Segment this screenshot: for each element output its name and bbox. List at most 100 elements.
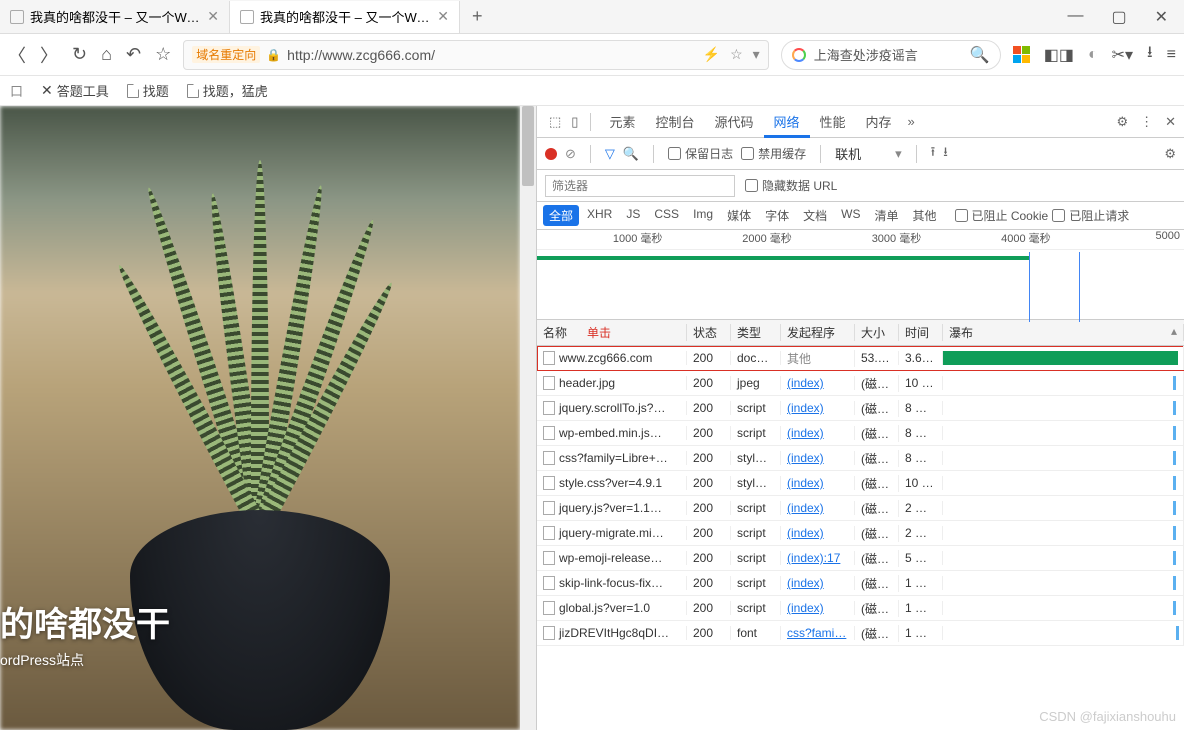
star-icon[interactable]: ☆ [730, 46, 743, 63]
network-settings-icon[interactable]: ⚙ [1164, 146, 1176, 161]
browser-toolbar: 〈 〉 ↻ ⌂ ↶ ☆ 域名重定向 🔒 http://www.zcg666.co… [0, 34, 1184, 76]
throttling-select[interactable]: 联机▾ [835, 144, 902, 163]
network-request-row[interactable]: style.css?ver=4.9.1200styl…(index)(磁…10 … [537, 471, 1184, 496]
vertical-scrollbar[interactable] [520, 106, 536, 730]
inspect-icon[interactable]: ⬚ [545, 114, 565, 130]
network-request-row[interactable]: css?family=Libre+…200styl…(index)(磁…8 … [537, 446, 1184, 471]
close-tab-icon[interactable]: ✕ [207, 8, 219, 25]
search-network-icon[interactable]: 🔍 [623, 146, 639, 162]
menu-icon[interactable]: ≡ [1167, 46, 1176, 64]
record-button[interactable] [545, 148, 557, 160]
redirect-badge: 域名重定向 [192, 46, 260, 63]
type-filter-button[interactable]: CSS [648, 205, 685, 226]
disable-cache-checkbox[interactable]: 禁用缓存 [741, 145, 806, 162]
type-filter-button[interactable]: 字体 [759, 205, 795, 226]
network-request-row[interactable]: global.js?ver=1.0200script(index)(磁…1 … [537, 596, 1184, 621]
content-area: 的啥都没干 ordPress站点 ⬚ ▯ 元素控制台源代码网络性能内存 » ⚙ … [0, 106, 1184, 730]
bookmark-item[interactable]: 找题，猛虎 [187, 81, 268, 100]
type-filter-button[interactable]: 全部 [543, 205, 579, 226]
type-filter-button[interactable]: 文档 [797, 205, 833, 226]
network-request-row[interactable]: wp-embed.min.js…200script(index)(磁…8 … [537, 421, 1184, 446]
network-request-row[interactable]: jquery-migrate.mi…200script(index)(磁…2 … [537, 521, 1184, 546]
type-filter-button[interactable]: JS [620, 205, 646, 226]
dropdown-icon[interactable]: ▾ [753, 46, 760, 63]
forward-button[interactable]: 〉 [40, 42, 58, 68]
search-icon[interactable]: 🔍 [970, 45, 990, 65]
upload-har-icon[interactable]: ⭱ [931, 143, 936, 165]
webpage-viewport[interactable]: 的啥都没干 ordPress站点 [0, 106, 520, 730]
type-filter-button[interactable]: 清单 [868, 205, 904, 226]
browser-tab[interactable]: 我真的啥都没干 – 又一个Wo…✕ [0, 1, 230, 33]
resource-type-filter: 全部XHRJSCSSImg媒体字体文档WS清单其他 已阻止 Cookie 已阻止… [537, 202, 1184, 230]
search-box[interactable]: 上海查处涉疫谣言 🔍 [781, 40, 1001, 70]
back-button[interactable]: 〈 [8, 42, 26, 68]
network-request-row[interactable]: jquery.js?ver=1.1…200script(index)(磁…2 … [537, 496, 1184, 521]
network-request-row[interactable]: jizDREVItHgc8qDI…200fontcss?fami…(磁…1 … [537, 621, 1184, 646]
blocked-cookies-checkbox[interactable]: 已阻止 Cookie [955, 207, 1049, 224]
page-title: 的啥都没干 [0, 597, 170, 646]
download-har-icon[interactable]: ⭳ [943, 143, 948, 165]
type-filter-button[interactable]: Img [687, 205, 719, 226]
click-hint: 单击 [587, 326, 611, 340]
plant-image [170, 150, 350, 530]
address-bar[interactable]: 域名重定向 🔒 http://www.zcg666.com/ ⚡ ☆ ▾ [183, 40, 769, 70]
reload-button[interactable]: ↻ [72, 44, 87, 65]
devtools-tab[interactable]: 网络 [764, 106, 810, 138]
devtools-panel: ⬚ ▯ 元素控制台源代码网络性能内存 » ⚙ ⋮ ✕ ⊘ ▽ 🔍 保留日志 禁用… [536, 106, 1184, 730]
network-request-row[interactable]: jquery.scrollTo.js?…200script(index)(磁…8… [537, 396, 1184, 421]
favorite-button[interactable]: ☆ [155, 44, 171, 65]
type-filter-button[interactable]: XHR [581, 205, 618, 226]
url-text: http://www.zcg666.com/ [287, 47, 697, 63]
devtools-tab[interactable]: 元素 [599, 106, 645, 137]
bookmarks-bar: 口 ✕答题工具找题找题，猛虎 [0, 76, 1184, 106]
blocked-requests-checkbox[interactable]: 已阻止请求 [1052, 207, 1129, 224]
close-tab-icon[interactable]: ✕ [437, 8, 449, 25]
new-tab-button[interactable]: + [460, 6, 495, 27]
search-placeholder: 上海查处涉疫谣言 [814, 45, 962, 64]
undo-button[interactable]: ↶ [126, 44, 141, 65]
bookmark-item[interactable]: ✕答题工具 [41, 81, 109, 100]
type-filter-button[interactable]: WS [835, 205, 866, 226]
microsoft-icon[interactable] [1013, 46, 1030, 63]
filter-input[interactable] [545, 175, 735, 197]
table-header[interactable]: 名称单击 状态 类型 发起程序 大小 时间 瀑布▴ [537, 320, 1184, 346]
bookmarks-expand-icon[interactable]: 口 [10, 81, 23, 100]
devtools-tab-bar: ⬚ ▯ 元素控制台源代码网络性能内存 » ⚙ ⋮ ✕ [537, 106, 1184, 138]
browser-tab[interactable]: 我真的啥都没干 – 又一个Wo…✕ [230, 1, 460, 33]
network-filter-bar: 隐藏数据 URL [537, 170, 1184, 202]
profile-icon[interactable]: ◐ [1088, 46, 1098, 64]
bookmark-item[interactable]: 找题 [127, 81, 169, 100]
filter-icon[interactable]: ▽ [605, 146, 615, 162]
devtools-tab[interactable]: 内存 [856, 106, 902, 137]
network-timeline[interactable]: 1000 毫秒2000 毫秒3000 毫秒4000 毫秒5000 [537, 230, 1184, 320]
home-button[interactable]: ⌂ [101, 44, 112, 65]
browser-tab-strip: 我真的啥都没干 – 又一个Wo…✕我真的啥都没干 – 又一个Wo…✕ + ― ▢… [0, 0, 1184, 34]
network-controls-bar: ⊘ ▽ 🔍 保留日志 禁用缓存 联机▾ ⭱ ⭳ ⚙ [537, 138, 1184, 170]
network-table: 名称单击 状态 类型 发起程序 大小 时间 瀑布▴ www.zcg666.com… [537, 320, 1184, 730]
extension-icon[interactable]: ◧◨ [1044, 45, 1074, 65]
close-button[interactable]: ✕ [1155, 7, 1168, 27]
flash-icon[interactable]: ⚡ [703, 46, 720, 63]
hide-data-url-checkbox[interactable]: 隐藏数据 URL [745, 177, 837, 194]
settings-icon[interactable]: ⚙ [1116, 114, 1128, 130]
type-filter-button[interactable]: 其他 [906, 205, 942, 226]
maximize-button[interactable]: ▢ [1111, 7, 1126, 27]
more-tabs-icon[interactable]: » [904, 114, 919, 129]
devtools-tab[interactable]: 性能 [810, 106, 856, 137]
network-request-row[interactable]: wp-emoji-release…200script(index):17(磁…5… [537, 546, 1184, 571]
device-toggle-icon[interactable]: ▯ [567, 114, 582, 130]
download-icon[interactable]: ⭳ [1147, 41, 1153, 68]
preserve-log-checkbox[interactable]: 保留日志 [668, 145, 733, 162]
network-request-row[interactable]: header.jpg200jpeg(index)(磁…10 … [537, 371, 1184, 396]
search-engine-icon [792, 48, 806, 62]
network-request-row[interactable]: skip-link-focus-fix…200script(index)(磁…1… [537, 571, 1184, 596]
type-filter-button[interactable]: 媒体 [721, 205, 757, 226]
scissors-icon[interactable]: ✂▾ [1112, 45, 1133, 65]
devtools-tab[interactable]: 控制台 [645, 106, 704, 137]
kebab-menu-icon[interactable]: ⋮ [1140, 114, 1153, 130]
network-request-row[interactable]: www.zcg666.com200doc…其他53.…3.6… [537, 346, 1184, 371]
devtools-tab[interactable]: 源代码 [704, 106, 763, 137]
clear-button[interactable]: ⊘ [565, 146, 576, 162]
minimize-button[interactable]: ― [1067, 7, 1083, 27]
close-devtools-icon[interactable]: ✕ [1165, 114, 1176, 130]
